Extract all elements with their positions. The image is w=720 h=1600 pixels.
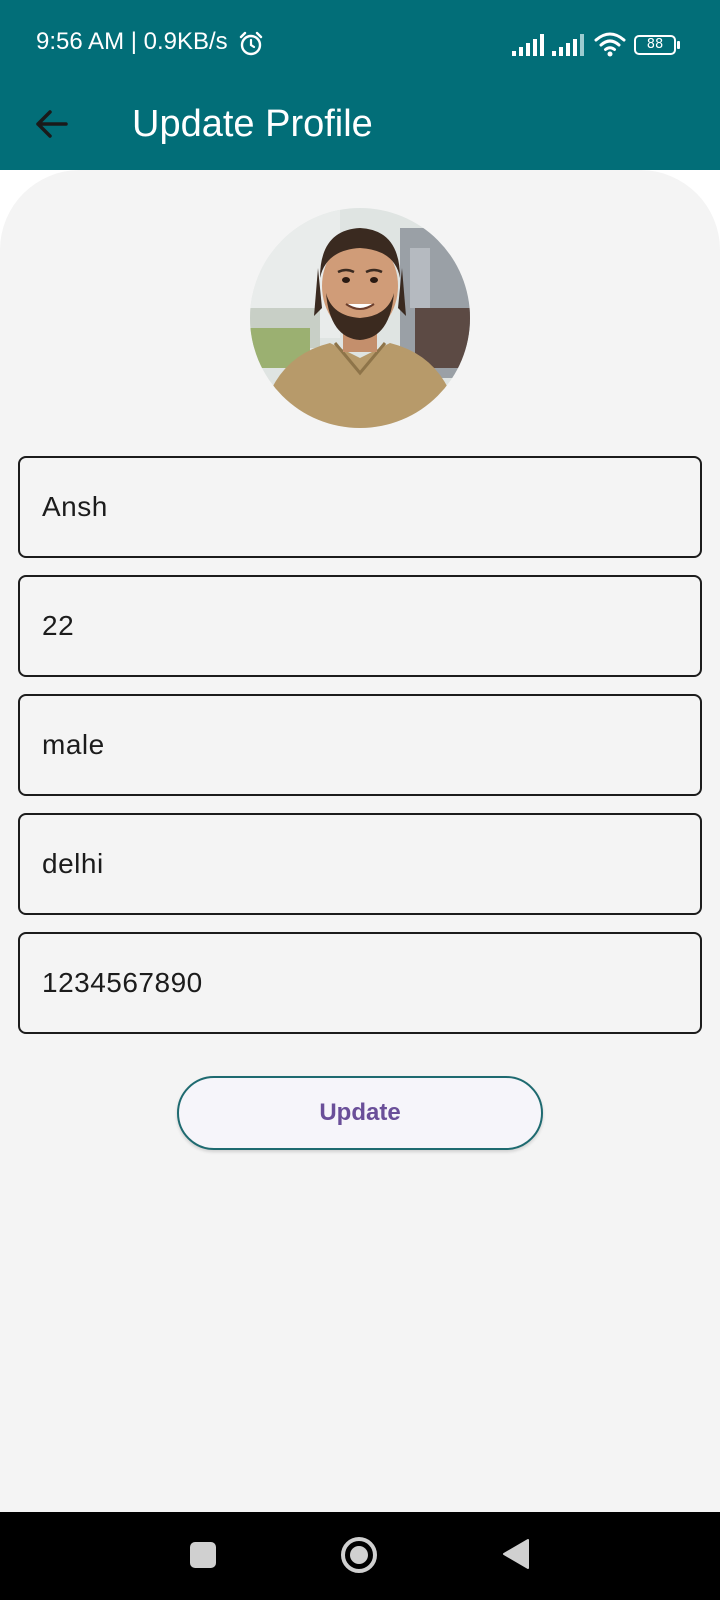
recents-icon[interactable] [190,1542,216,1568]
status-bar: 9:56 AM | 0.9KB/s 88 [0,0,720,88]
avatar[interactable] [250,208,470,428]
update-button[interactable]: Update [177,1076,543,1150]
phone-input[interactable] [20,934,700,1032]
age-input[interactable] [20,577,700,675]
alarm-icon [239,31,263,56]
home-icon[interactable] [340,1536,378,1574]
city-input[interactable] [20,815,700,913]
phone-field[interactable] [18,932,702,1034]
screen: 9:56 AM | 0.9KB/s 88 Update Profile Ansh… [0,0,720,1600]
gender-field[interactable] [18,694,702,796]
battery-icon: 88 [634,35,680,55]
avatar-photo [250,208,470,428]
age-field[interactable] [18,575,702,677]
page-title: Update Profile [132,103,373,145]
battery-level: 88 [634,35,676,55]
wifi-icon [594,32,626,57]
name-input[interactable] [20,458,700,556]
gender-input[interactable] [20,696,700,794]
back-button[interactable] [28,100,76,148]
cell-signal-icon [512,34,544,56]
city-field[interactable] [18,813,702,915]
system-nav-bar [0,1512,720,1600]
name-field[interactable] [18,456,702,558]
cell-signal-icon [552,34,584,56]
battery-tip [677,41,680,49]
back-icon[interactable] [502,1538,530,1570]
profile-form: Update [0,170,720,1512]
app-bar: Update Profile [0,88,720,170]
status-time: 9:56 AM | 0.9KB/s [36,28,228,55]
